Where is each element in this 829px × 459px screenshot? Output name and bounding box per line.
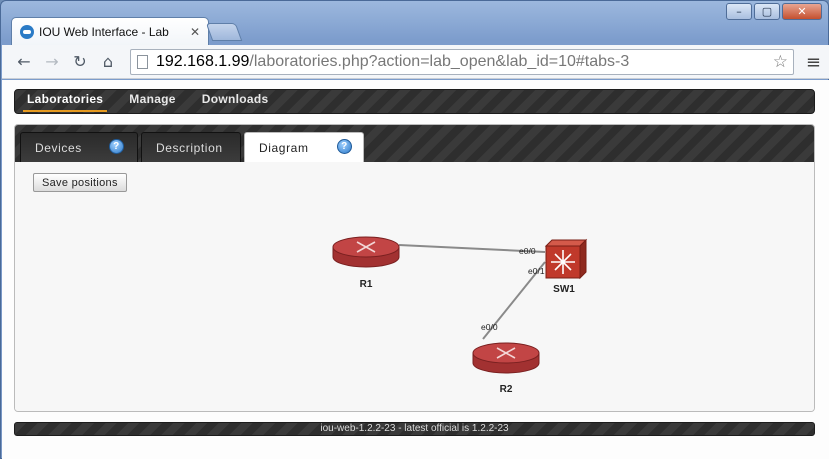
page-icon	[137, 55, 148, 69]
diagram-canvas: Save positions e0/0 e0/1 e0/0 R1 SW1 R2	[15, 162, 814, 411]
reload-icon[interactable]: ↻	[68, 50, 92, 74]
nav-item-laboratories[interactable]: Laboratories	[22, 89, 108, 114]
tab-diagram[interactable]: Diagram ?	[244, 132, 364, 163]
help-icon[interactable]: ?	[109, 139, 124, 154]
forward-icon[interactable]: →	[40, 50, 64, 74]
lab-panel: Devices ? Description Diagram ? Save pos…	[14, 124, 815, 412]
network-diagram: e0/0 e0/1 e0/0 R1 SW1 R2	[332, 236, 588, 395]
home-icon[interactable]: ⌂	[96, 50, 120, 74]
back-icon[interactable]: ←	[12, 50, 36, 74]
top-navigation: Laboratories Manage Downloads	[14, 89, 815, 114]
close-tab-icon[interactable]: ✕	[190, 25, 200, 39]
panel-tabbar: Devices ? Description Diagram ?	[15, 125, 814, 163]
browser-toolbar: ← → ↻ ⌂ 192.168.1.99 /laboratories.php?a…	[2, 45, 829, 79]
favicon-icon	[20, 24, 34, 39]
tab-devices-label: Devices	[35, 140, 82, 155]
device-label-r2: R2	[500, 384, 513, 395]
port-label: e0/0	[519, 246, 536, 256]
menu-icon[interactable]: ≡	[806, 52, 821, 73]
tab-diagram-label: Diagram	[259, 141, 309, 155]
url-host: 192.168.1.99	[156, 53, 250, 70]
nav-item-downloads[interactable]: Downloads	[202, 89, 269, 114]
browser-tab[interactable]: IOU Web Interface - Lab ✕	[11, 17, 209, 45]
minimize-button[interactable]: –	[726, 3, 752, 20]
page-content: Laboratories Manage Downloads Devices ? …	[2, 80, 829, 459]
tab-devices[interactable]: Devices ?	[20, 132, 138, 162]
footer-bar: iou-web-1.2.2-23 - latest official is 1.…	[14, 422, 815, 436]
router-r1[interactable]	[332, 236, 400, 268]
url-path: /laboratories.php?action=lab_open&lab_id…	[249, 53, 630, 70]
close-window-button[interactable]: ✕	[782, 3, 822, 20]
tab-description-label: Description	[156, 140, 223, 155]
tab-description[interactable]: Description	[141, 132, 241, 162]
help-icon[interactable]: ?	[337, 139, 352, 154]
port-label: e0/0	[481, 322, 498, 332]
device-label-r1: R1	[360, 279, 373, 290]
new-tab-button[interactable]	[205, 23, 243, 41]
window-controls: – ▢ ✕	[726, 3, 822, 20]
device-label-sw1: SW1	[553, 284, 575, 295]
port-label: e0/1	[528, 266, 545, 276]
browser-window: – ▢ ✕ IOU Web Interface - Lab ✕ ← → ↻ ⌂ …	[0, 0, 829, 459]
maximize-button[interactable]: ▢	[754, 3, 780, 20]
tab-title: IOU Web Interface - Lab	[39, 24, 169, 39]
router-r2[interactable]	[472, 342, 540, 374]
nav-item-manage[interactable]: Manage	[129, 89, 175, 114]
switch-sw1[interactable]	[544, 238, 588, 280]
version-text: iou-web-1.2.2-23 - latest official is 1.…	[320, 423, 509, 434]
bookmark-star-icon[interactable]: ☆	[773, 52, 788, 72]
address-bar[interactable]: 192.168.1.99 /laboratories.php?action=la…	[130, 49, 794, 75]
